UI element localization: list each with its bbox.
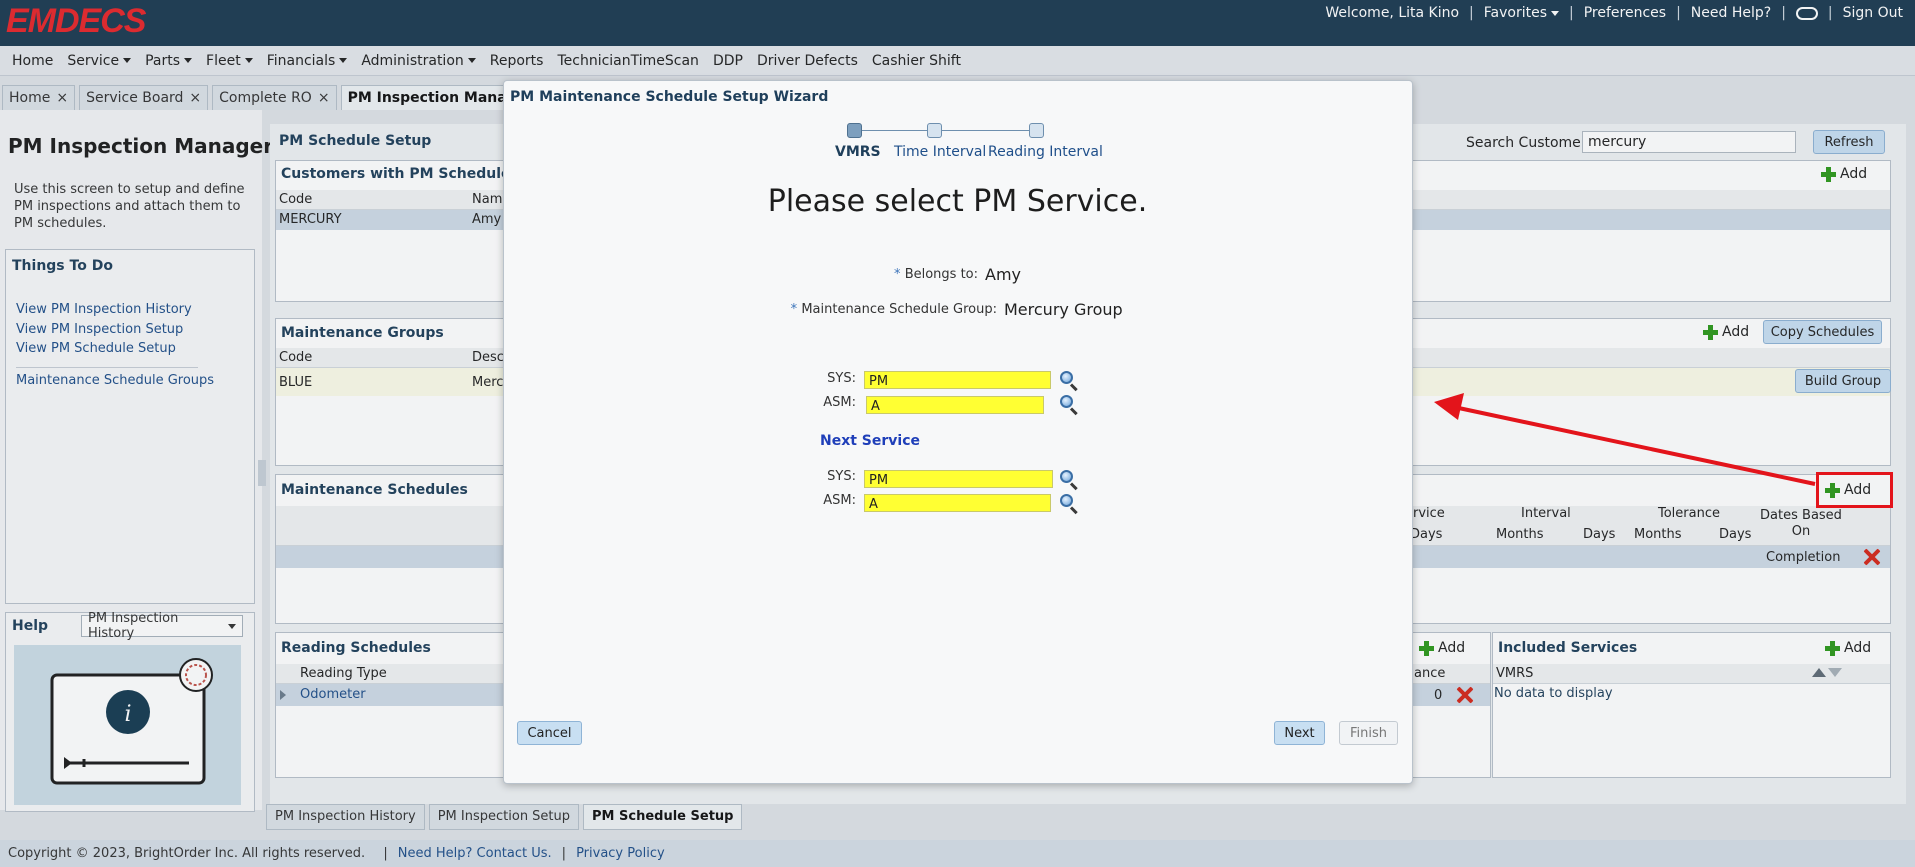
belongs-to-label: * Belongs to: xyxy=(894,267,978,282)
sys-label: SYS: xyxy=(827,371,856,386)
asm-label: ASM: xyxy=(823,395,856,410)
step-time-interval-marker xyxy=(927,123,942,138)
asm-input[interactable]: A xyxy=(866,396,1044,414)
step-reading-interval-label: Reading Interval xyxy=(988,144,1103,160)
next-button[interactable]: Next xyxy=(1274,721,1325,745)
next-sys-input[interactable]: PM xyxy=(864,470,1053,488)
finish-button: Finish xyxy=(1339,721,1398,745)
wizard-heading: Please select PM Service. xyxy=(767,184,1148,219)
next-sys-label: SYS: xyxy=(827,469,856,484)
annotation-highlight-box xyxy=(1816,472,1893,508)
belongs-to-value: Amy xyxy=(985,265,1021,284)
step-time-interval-label: Time Interval xyxy=(894,144,987,160)
asm-search-icon[interactable] xyxy=(1059,394,1079,416)
step-vmrs-label: VMRS xyxy=(835,144,881,160)
schedule-group-label: * Maintenance Schedule Group: xyxy=(790,302,997,317)
sys-input[interactable]: PM xyxy=(864,371,1051,389)
step-vmrs-marker xyxy=(847,123,862,138)
cancel-button[interactable]: Cancel xyxy=(517,721,582,745)
step-reading-interval-marker xyxy=(1029,123,1044,138)
next-asm-input[interactable]: A xyxy=(864,494,1051,512)
annotation-arrow-icon xyxy=(1434,393,1816,486)
next-service-heading: Next Service xyxy=(820,433,921,449)
wizard-title: PM Maintenance Schedule Setup Wizard xyxy=(510,89,829,105)
sys-search-icon[interactable] xyxy=(1059,370,1079,392)
next-sys-search-icon[interactable] xyxy=(1059,469,1079,491)
step-connector xyxy=(942,130,1038,131)
schedule-group-value: Mercury Group xyxy=(1004,300,1123,319)
next-asm-label: ASM: xyxy=(823,493,856,508)
next-asm-search-icon[interactable] xyxy=(1059,493,1079,515)
step-connector xyxy=(862,130,934,131)
